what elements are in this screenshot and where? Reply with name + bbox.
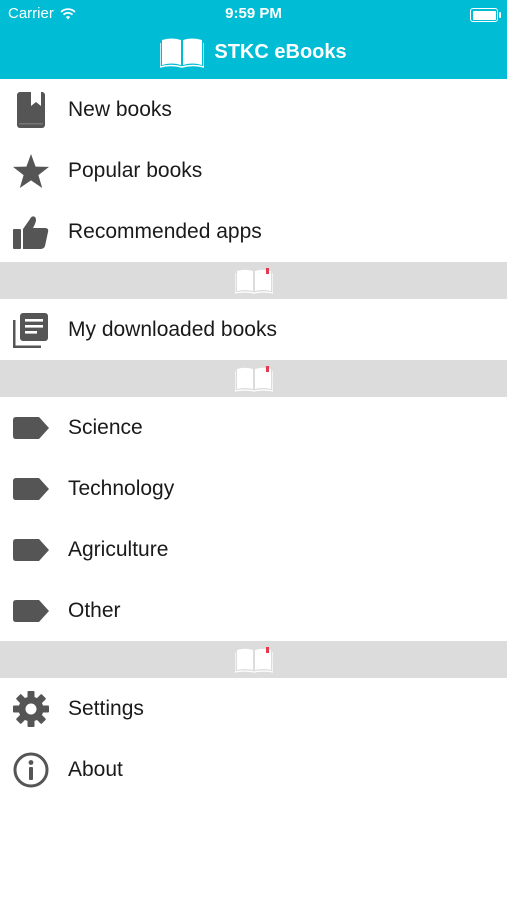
menu-item-label: Science [68, 415, 143, 439]
menu-item-science[interactable]: Science [0, 397, 507, 458]
menu-item-label: Popular books [68, 158, 203, 182]
tag-icon [12, 531, 50, 569]
side-menu: New books Popular books Recommended apps [0, 79, 507, 800]
battery-icon [470, 8, 501, 22]
thumbs-up-icon [12, 213, 50, 251]
info-icon [12, 751, 50, 789]
open-book-divider-icon [234, 267, 273, 294]
menu-item-label: Other [68, 598, 121, 622]
menu-item-label: Agriculture [68, 537, 169, 561]
menu-item-my-downloaded-books[interactable]: My downloaded books [0, 299, 507, 360]
menu-item-label: Recommended apps [68, 219, 262, 243]
status-time: 9:59 PM [225, 5, 282, 22]
library-icon [12, 311, 50, 349]
top-bar: Carrier 9:59 PM STKC eBooks [0, 0, 507, 79]
menu-item-popular-books[interactable]: Popular books [0, 140, 507, 201]
menu-item-label: New books [68, 97, 172, 121]
section-divider [0, 360, 507, 397]
tag-icon [12, 470, 50, 508]
menu-item-label: Settings [68, 696, 144, 720]
open-book-icon [160, 38, 205, 68]
bookmark-book-icon [12, 91, 50, 129]
gear-icon [12, 690, 50, 728]
open-book-divider-icon [234, 365, 273, 392]
section-divider [0, 262, 507, 299]
tag-icon [12, 592, 50, 630]
menu-item-technology[interactable]: Technology [0, 458, 507, 519]
status-bar: Carrier 9:59 PM [0, 0, 507, 28]
menu-item-other[interactable]: Other [0, 580, 507, 641]
app-title: STKC eBooks [214, 40, 347, 63]
open-book-divider-icon [234, 646, 273, 673]
menu-item-agriculture[interactable]: Agriculture [0, 519, 507, 580]
menu-item-recommended-apps[interactable]: Recommended apps [0, 201, 507, 262]
menu-item-new-books[interactable]: New books [0, 79, 507, 140]
menu-item-settings[interactable]: Settings [0, 678, 507, 739]
menu-item-label: My downloaded books [68, 317, 277, 341]
section-divider [0, 641, 507, 678]
star-icon [12, 152, 50, 190]
tag-icon [12, 409, 50, 447]
menu-item-label: About [68, 757, 123, 781]
nav-title-bar: STKC eBooks [0, 36, 507, 68]
menu-item-label: Technology [68, 476, 175, 500]
menu-item-about[interactable]: About [0, 739, 507, 800]
